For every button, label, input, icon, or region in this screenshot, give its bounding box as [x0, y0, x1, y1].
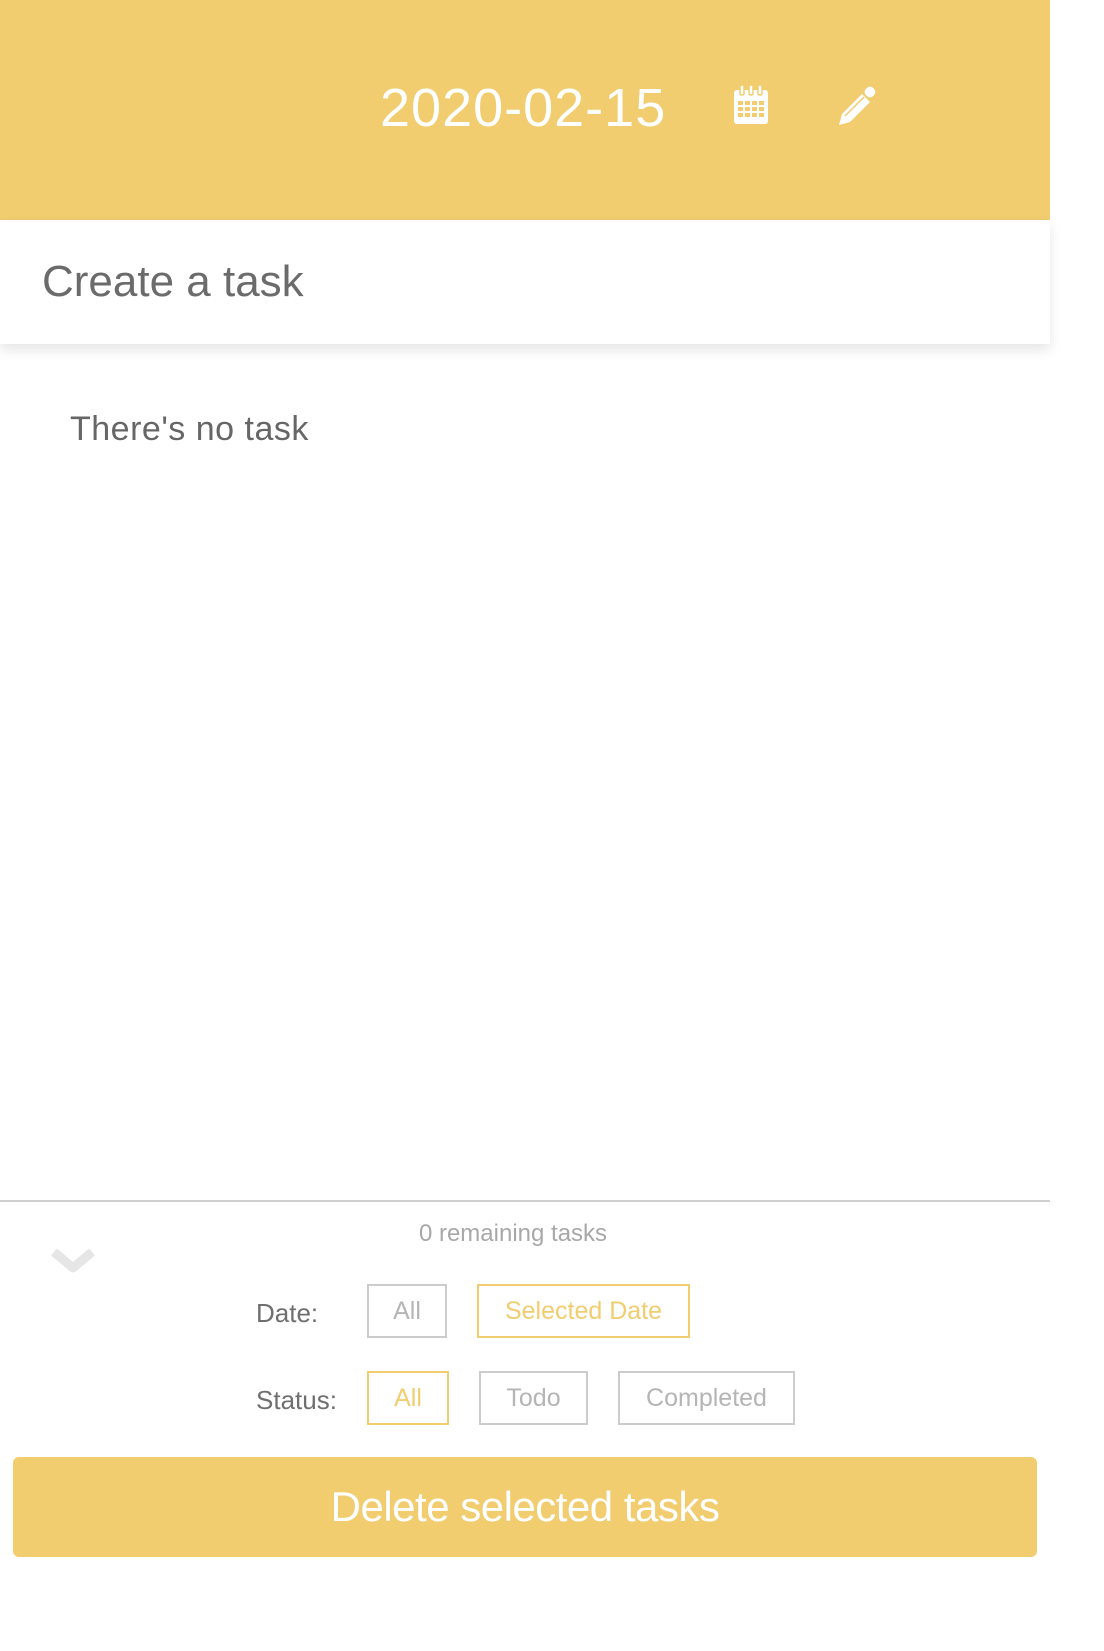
delete-selected-tasks-button[interactable]: Delete selected tasks	[13, 1457, 1037, 1557]
date-filter-label: Date:	[256, 1298, 319, 1328]
create-task-input[interactable]	[42, 250, 1002, 314]
empty-task-message: There's no task	[70, 410, 309, 448]
header-bar: 2020-02-15	[0, 0, 1050, 220]
date-filter-selected-date-button[interactable]: Selected Date	[477, 1284, 690, 1338]
status-filter-label: Status:	[256, 1385, 337, 1415]
remaining-tasks-count: 0 remaining tasks	[418, 1220, 608, 1247]
footer-panel: 0 remaining tasks Date: All Selected Dat…	[0, 1200, 1050, 1651]
status-filter-all-button[interactable]: All	[367, 1371, 449, 1425]
calendar-icon[interactable]	[731, 84, 771, 128]
pencil-icon[interactable]	[836, 84, 876, 128]
status-filter-todo-button[interactable]: Todo	[479, 1371, 588, 1425]
task-list: There's no task	[0, 344, 1050, 1200]
status-filter-completed-button[interactable]: Completed	[618, 1371, 795, 1425]
date-filter-all-button[interactable]: All	[367, 1284, 447, 1338]
selected-date: 2020-02-15	[380, 78, 667, 138]
task-input-bar	[0, 220, 1050, 344]
chevron-down-icon[interactable]	[50, 1246, 96, 1276]
